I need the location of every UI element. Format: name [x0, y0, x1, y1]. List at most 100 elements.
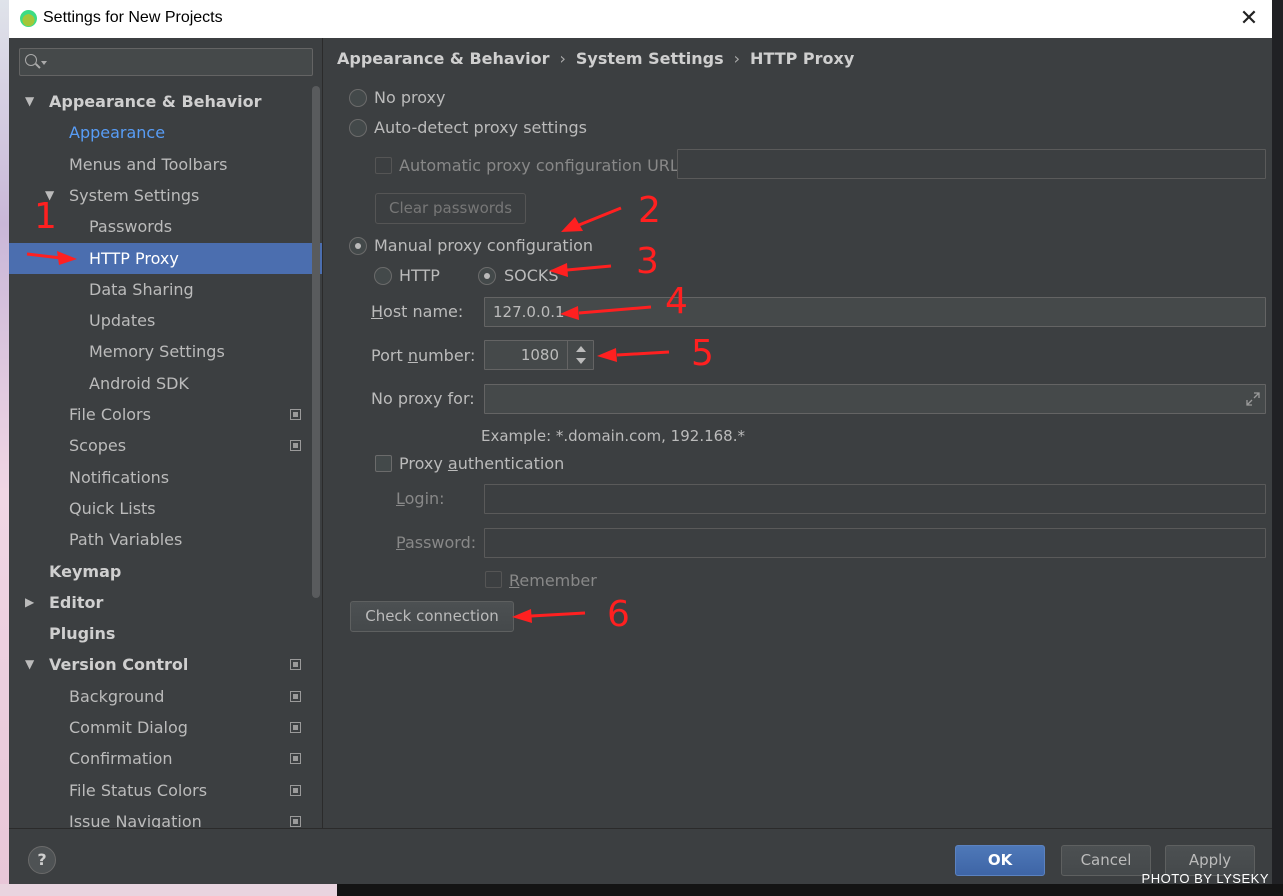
settings-sidebar: ▼ Appearance & Behavior Appearance Menus an…	[9, 38, 322, 831]
tree-item-plugins[interactable]: Plugins	[9, 618, 322, 649]
tree-item-quick-lists[interactable]: Quick Lists	[9, 493, 322, 524]
password-input[interactable]	[484, 528, 1266, 558]
check-connection-button[interactable]: Check connection	[350, 601, 514, 632]
tree-item-path-variables[interactable]: Path Variables	[9, 524, 322, 555]
search-history-dropdown-icon[interactable]	[41, 61, 47, 65]
no-proxy-label[interactable]: No proxy	[374, 88, 445, 107]
desktop-background-right	[1272, 0, 1283, 896]
tree-item-label: File Colors	[69, 405, 151, 424]
mnemonic: L	[396, 489, 405, 508]
desktop-wallpaper-strip	[0, 884, 337, 896]
tree-item-version-control[interactable]: ▼ Version Control	[9, 649, 322, 680]
tree-item-scopes[interactable]: Scopes	[9, 430, 322, 461]
login-label: Login:	[396, 489, 445, 508]
remember-label: Remember	[509, 571, 597, 590]
ok-button[interactable]: OK	[955, 845, 1045, 876]
mnemonic: a	[447, 454, 458, 473]
tree-item-data-sharing[interactable]: Data Sharing	[9, 274, 322, 305]
tree-item-notifications[interactable]: Notifications	[9, 462, 322, 493]
tree-item-confirmation[interactable]: Confirmation	[9, 743, 322, 774]
close-button[interactable]: ✕	[1236, 6, 1262, 32]
port-spinner[interactable]	[567, 340, 593, 370]
annotation-number-4: 4	[665, 281, 688, 322]
no-proxy-for-input[interactable]	[484, 384, 1266, 414]
tree-item-label: Notifications	[69, 467, 170, 487]
manual-proxy-radio[interactable]	[349, 237, 367, 255]
tree-item-memory-settings[interactable]: Memory Settings	[9, 336, 322, 367]
annotation-number-5: 5	[691, 333, 714, 374]
sidebar-scrollbar[interactable]	[312, 86, 320, 598]
label-text: Port	[371, 346, 408, 365]
project-level-icon	[290, 409, 301, 420]
clear-passwords-button[interactable]: Clear passwords	[375, 193, 526, 224]
tree-item-commit-dialog[interactable]: Commit Dialog	[9, 712, 322, 743]
tree-item-appearance[interactable]: Appearance	[9, 117, 322, 148]
tree-item-label: Data Sharing	[89, 279, 194, 299]
mnemonic: n	[407, 346, 418, 365]
desktop-background	[0, 0, 9, 896]
spinner-arrows-icon[interactable]	[568, 340, 594, 370]
tree-item-label: Path Variables	[69, 530, 183, 550]
annotation-number-3: 3	[636, 241, 659, 282]
collapse-arrow-icon[interactable]: ▶	[25, 587, 34, 618]
auto-detect-label[interactable]: Auto-detect proxy settings	[374, 118, 587, 137]
login-input[interactable]	[484, 484, 1266, 514]
tree-item-label: Commit Dialog	[69, 718, 188, 737]
auto-detect-radio[interactable]	[349, 119, 367, 137]
search-icon	[25, 54, 37, 66]
tree-item-file-colors[interactable]: File Colors	[9, 399, 322, 430]
help-button[interactable]: ?	[28, 846, 56, 874]
tree-item-label: Background	[69, 686, 165, 706]
expand-arrow-icon[interactable]: ▼	[25, 86, 34, 117]
tree-item-label: HTTP Proxy	[89, 248, 179, 268]
proxy-authentication-checkbox[interactable]	[375, 455, 392, 472]
taskbar-strip	[0, 884, 1283, 896]
tree-item-label: File Status Colors	[69, 780, 208, 800]
breadcrumb: Appearance & Behavior › System Settings › HT…	[337, 49, 854, 68]
project-level-icon	[290, 690, 301, 702]
tree-item-appearance-behavior[interactable]: ▼ Appearance & Behavior	[9, 86, 322, 117]
host-name-input[interactable]: 127.0.0.1	[484, 297, 1266, 327]
label-text: umber:	[417, 346, 476, 365]
tree-item-label: Keymap	[49, 561, 122, 581]
tree-item-menus-and-toolbars[interactable]: Menus and Toolbars	[9, 149, 322, 180]
remember-checkbox[interactable]	[485, 571, 502, 588]
http-radio[interactable]	[374, 267, 392, 285]
no-proxy-example: Example: *.domain.com, 192.168.*	[481, 427, 745, 445]
manual-proxy-label[interactable]: Manual proxy configuration	[374, 236, 593, 255]
label-text: uthentication	[457, 454, 565, 473]
project-level-icon	[290, 659, 301, 671]
tree-item-editor[interactable]: ▶ Editor	[9, 587, 322, 618]
expand-arrow-icon[interactable]: ▼	[25, 649, 34, 680]
cancel-button[interactable]: Cancel	[1061, 845, 1151, 876]
tree-item-label: Menus and Toolbars	[69, 154, 228, 174]
http-label[interactable]: HTTP	[399, 266, 440, 285]
socks-radio[interactable]	[478, 267, 496, 285]
tree-item-label: Appearance	[69, 123, 166, 143]
auto-config-url-checkbox[interactable]	[375, 157, 392, 174]
settings-search-input[interactable]	[19, 48, 313, 76]
http-proxy-panel: Appearance & Behavior › System Settings › HT…	[323, 38, 1272, 828]
breadcrumb-item: Appearance & Behavior	[337, 49, 550, 68]
auto-config-url-input[interactable]	[677, 149, 1266, 179]
port-number-label: Port number:	[371, 346, 475, 365]
mnemonic: R	[509, 571, 520, 590]
expand-icon[interactable]	[1245, 391, 1261, 407]
proxy-authentication-label[interactable]: Proxy authentication	[399, 454, 564, 473]
no-proxy-for-label: No proxy for:	[371, 389, 475, 408]
tree-item-keymap[interactable]: Keymap	[9, 556, 322, 587]
no-proxy-radio[interactable]	[349, 89, 367, 107]
tree-item-file-status-colors[interactable]: File Status Colors	[9, 775, 322, 806]
tree-item-background[interactable]: Background	[9, 681, 322, 712]
tree-item-label: Scopes	[69, 436, 127, 456]
tree-item-updates[interactable]: Updates	[9, 305, 322, 336]
tree-item-label: Plugins	[49, 624, 116, 644]
mnemonic: H	[371, 302, 384, 321]
socks-label[interactable]: SOCKS	[504, 266, 559, 285]
tree-item-label: Appearance & Behavior	[49, 92, 262, 111]
dialog-footer: ? OK Cancel Apply	[9, 828, 1272, 884]
project-level-icon	[290, 753, 301, 765]
tree-item-http-proxy[interactable]: HTTP Proxy	[9, 242, 322, 274]
tree-item-android-sdk[interactable]: Android SDK	[9, 368, 322, 399]
tree-item-label: Confirmation	[69, 749, 173, 769]
